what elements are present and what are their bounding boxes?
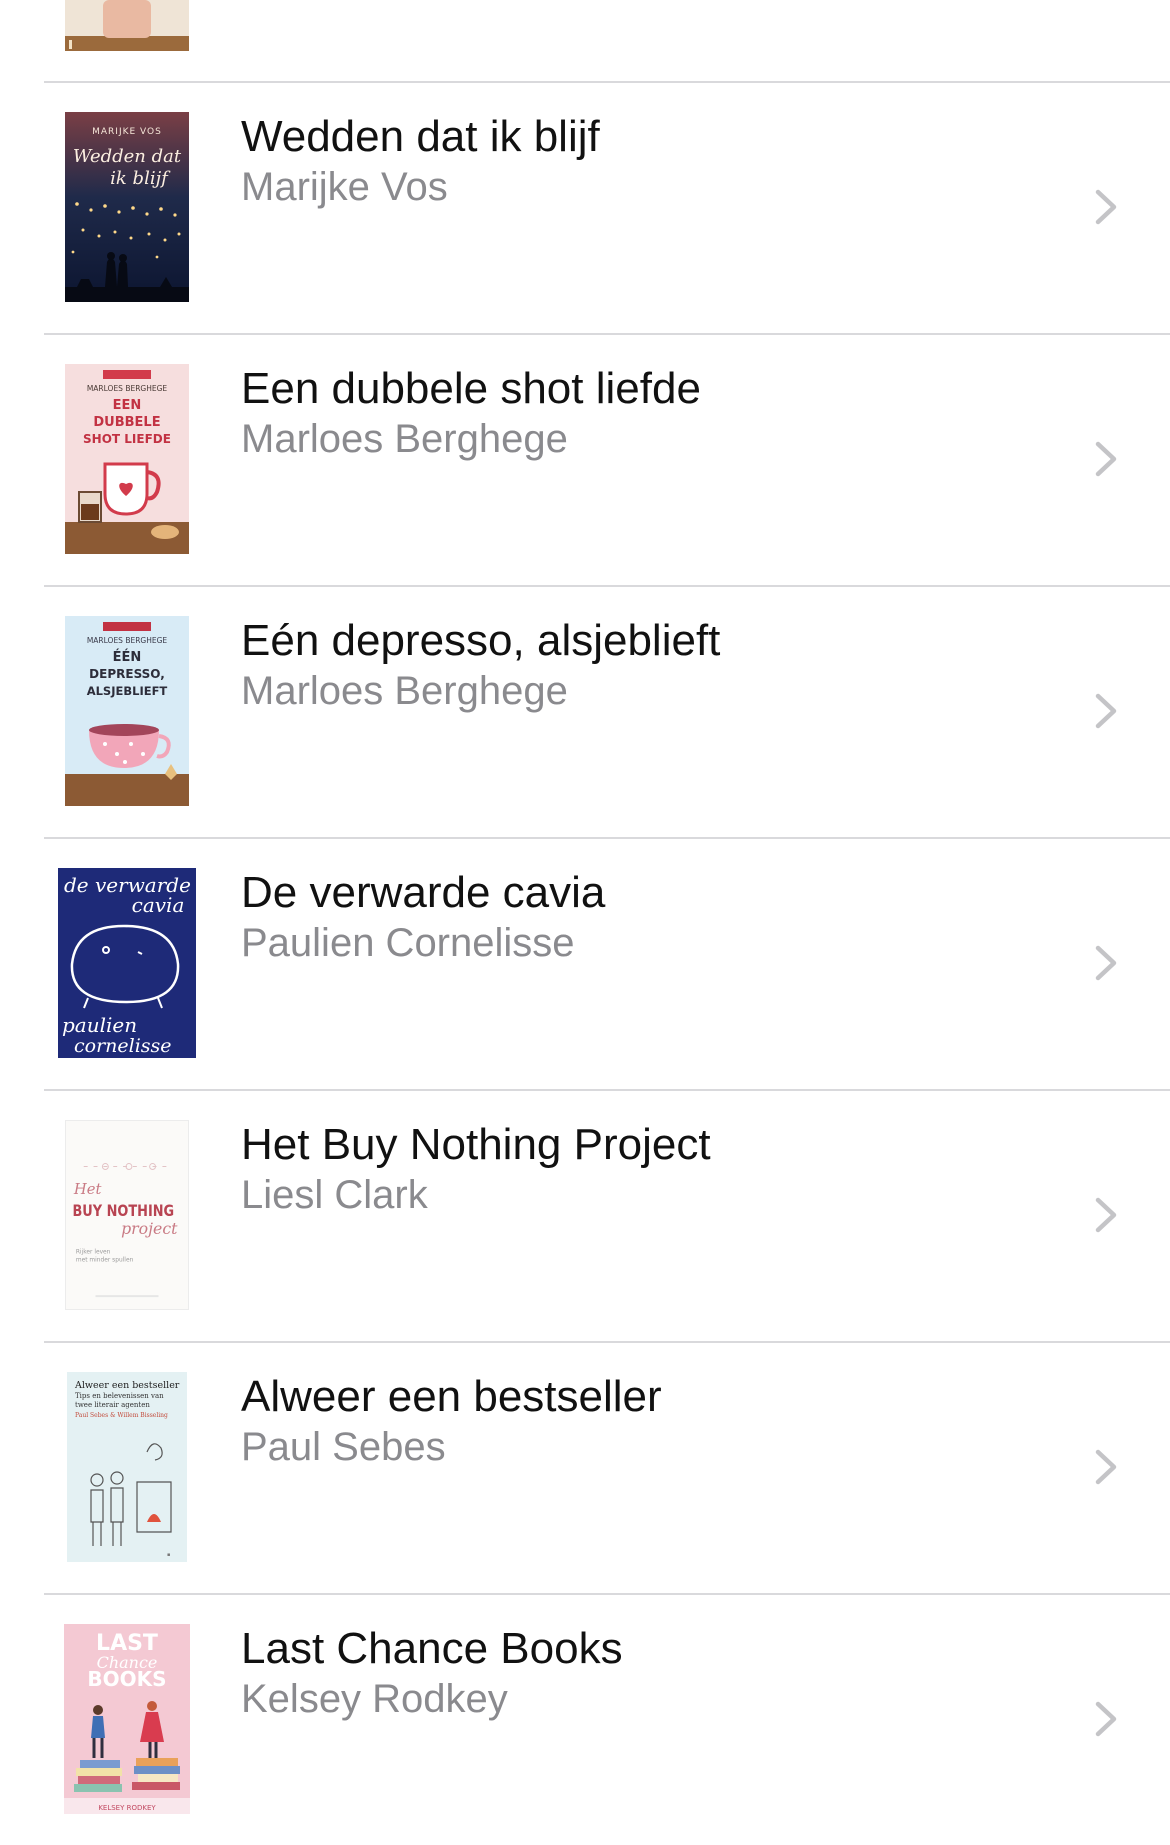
svg-text:KELSEY RODKEY: KELSEY RODKEY	[98, 1804, 156, 1812]
svg-text:Wedden dat: Wedden dat	[73, 146, 182, 167]
svg-text:BOOKS: BOOKS	[87, 1667, 166, 1691]
book-title: Eén depresso, alsjeblieft	[241, 616, 721, 665]
svg-text:▪: ▪	[167, 1552, 170, 1558]
book-cover: MARLOES BERGHEGE EEN DUBBELE SHOT LIEFDE	[65, 364, 189, 554]
svg-text:paulien: paulien	[62, 1013, 137, 1037]
svg-text:SHOT LIEFDE: SHOT LIEFDE	[83, 432, 171, 446]
svg-text:Rijker leven: Rijker leven	[76, 1250, 111, 1256]
book-row[interactable]: MARLOES BERGHEGE ÉÉN DEPRESSO, ALSJEBLIE…	[0, 586, 1170, 837]
book-title: Het Buy Nothing Project	[241, 1120, 711, 1169]
book-title: Wedden dat ik blijf	[241, 112, 600, 161]
svg-text:ALSJEBLIEFT: ALSJEBLIEFT	[87, 684, 168, 698]
svg-text:cavia: cavia	[132, 893, 185, 917]
book-cover: MARLOES BERGHEGE ÉÉN DEPRESSO, ALSJEBLIE…	[65, 616, 189, 806]
chevron-right-icon	[1095, 1197, 1117, 1233]
svg-text:DUBBELE: DUBBELE	[93, 415, 160, 430]
svg-text:MARIJKE VOS: MARIJKE VOS	[92, 127, 162, 137]
chevron-right-icon	[1095, 441, 1117, 477]
svg-text:MARLOES BERGHEGE: MARLOES BERGHEGE	[87, 636, 168, 645]
book-cover: Alweer een bestseller Tips en beleveniss…	[67, 1372, 187, 1562]
chevron-right-icon	[1095, 189, 1117, 225]
book-author: Marijke Vos	[241, 165, 448, 209]
svg-text:Tips en belevenissen van: Tips en belevenissen van	[75, 1392, 164, 1400]
book-list: MARIJKE VOS Wedden dat ik blijf Wedden d…	[0, 0, 1170, 1827]
book-row[interactable]: MARLOES BERGHEGE EEN DUBBELE SHOT LIEFDE…	[0, 334, 1170, 585]
svg-text:Alweer een bestseller: Alweer een bestseller	[74, 1380, 180, 1391]
book-author: Paulien Cornelisse	[241, 921, 575, 965]
book-cover: LAST Chance BOOKS KELSEY RODKEY	[64, 1624, 190, 1814]
svg-text:ik blijf: ik blijf	[110, 168, 171, 189]
book-row[interactable]: de verwarde cavia paulien cornelisse De …	[0, 838, 1170, 1089]
book-author: Paul Sebes	[241, 1425, 446, 1469]
svg-text:project: project	[121, 1219, 178, 1238]
svg-text:MARLOES BERGHEGE: MARLOES BERGHEGE	[87, 384, 168, 393]
book-cover: de verwarde cavia paulien cornelisse	[58, 868, 196, 1058]
book-title: Alweer een bestseller	[241, 1372, 662, 1421]
chevron-right-icon	[1095, 945, 1117, 981]
svg-text:DEPRESSO,: DEPRESSO,	[89, 667, 165, 681]
book-author: Kelsey Rodkey	[241, 1677, 508, 1721]
book-title: Een dubbele shot liefde	[241, 364, 701, 413]
svg-text:ÉÉN: ÉÉN	[113, 649, 142, 665]
svg-text:BUY NOTHING: BUY NOTHING	[72, 1203, 174, 1221]
chevron-right-icon	[1095, 1701, 1117, 1737]
book-author: Liesl Clark	[241, 1173, 428, 1217]
book-cover: MARIJKE VOS Wedden dat ik blijf	[65, 112, 189, 302]
book-title: De verwarde cavia	[241, 868, 606, 917]
svg-text:Het: Het	[73, 1181, 102, 1198]
book-row[interactable]: Alweer een bestseller Tips en beleveniss…	[0, 1342, 1170, 1593]
chevron-right-icon	[1095, 1449, 1117, 1485]
chevron-right-icon	[1095, 693, 1117, 729]
svg-text:met minder spullen: met minder spullen	[76, 1257, 134, 1263]
book-author: Marloes Berghege	[241, 669, 568, 713]
svg-text:twee literair agenten: twee literair agenten	[75, 1401, 150, 1409]
book-author: Marloes Berghege	[241, 417, 568, 461]
book-cover-partial	[65, 0, 189, 51]
book-row[interactable]: Het BUY NOTHING project Rijker leven met…	[0, 1090, 1170, 1341]
svg-text:cornelisse: cornelisse	[74, 1035, 172, 1057]
book-row[interactable]: MARIJKE VOS Wedden dat ik blijf Wedden d…	[0, 82, 1170, 333]
svg-text:EEN: EEN	[113, 398, 142, 413]
svg-text:Paul Sebes & Willem Bisseling: Paul Sebes & Willem Bisseling	[75, 1412, 168, 1419]
book-title: Last Chance Books	[241, 1624, 623, 1673]
book-row[interactable]: LAST Chance BOOKS KELSEY RODKEY Last Cha…	[0, 1594, 1170, 1845]
book-cover: Het BUY NOTHING project Rijker leven met…	[65, 1120, 189, 1310]
